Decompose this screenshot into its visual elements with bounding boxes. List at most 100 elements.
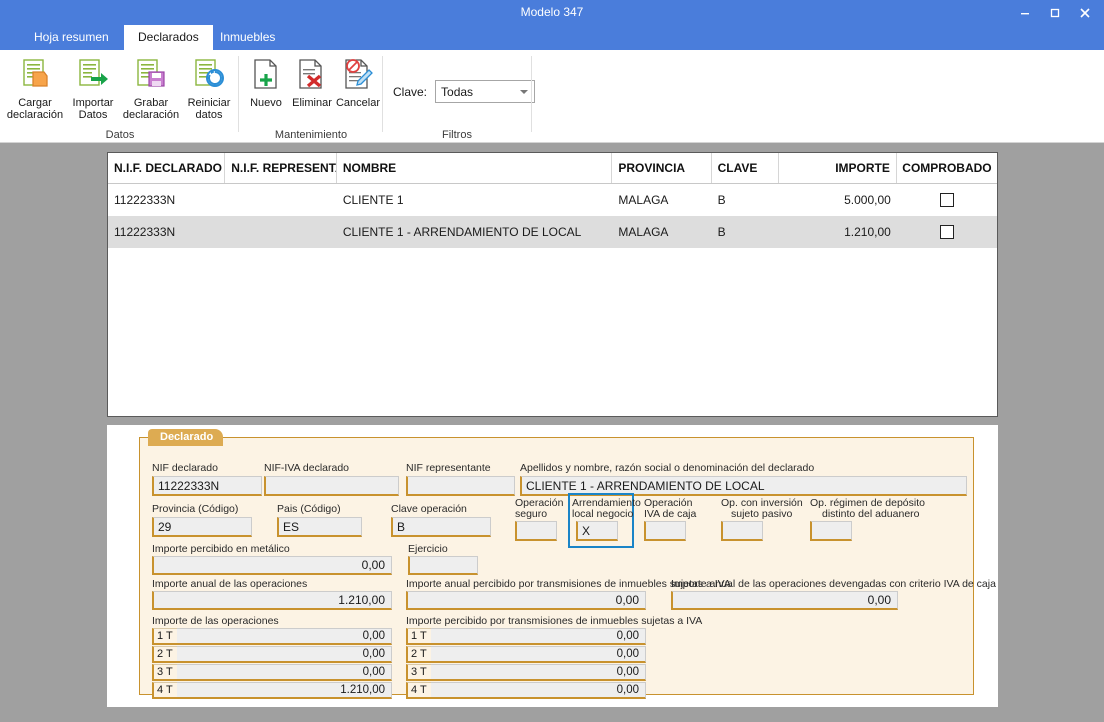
window-controls [1010, 0, 1100, 25]
label-ejercicio: Ejercicio [408, 543, 448, 555]
quarter-value-field[interactable]: 0,00 [177, 628, 392, 645]
cell-comprobado[interactable] [897, 216, 997, 248]
op-regimen-deposito-field[interactable] [810, 521, 852, 541]
window-title: Modelo 347 [520, 5, 584, 19]
label-importe-metalico: Importe percibido en metálico [152, 543, 290, 555]
tab-hoja-resumen[interactable]: Hoja resumen [20, 25, 123, 50]
quarterly-right-row[interactable]: 3 T 0,00 [406, 664, 646, 681]
column-header-clave[interactable]: CLAVE [712, 153, 779, 183]
importar-line2: Datos [78, 109, 108, 121]
operacion-iva-caja-field[interactable] [644, 521, 686, 541]
quarter-value-field[interactable]: 0,00 [177, 646, 392, 663]
importe-anual-iva-caja-field[interactable]: 0,00 [671, 591, 898, 610]
grabar-line2: declaración [122, 109, 180, 121]
nif-declarado-field[interactable]: 11222333N [152, 476, 262, 496]
quarter-value-field[interactable]: 0,00 [177, 664, 392, 681]
declarado-detail-panel: Declarado NIF declarado 11222333N NIF-IV… [107, 425, 998, 707]
label-nif-representante: NIF representante [406, 462, 491, 474]
ribbon-toolbar: Cargar declaración Importar Datos Grabar… [0, 50, 1104, 143]
cell-nif-repr [225, 216, 337, 248]
pais-field[interactable]: ES [277, 517, 362, 537]
label-operacion-seguro-l2: seguro [515, 508, 548, 520]
arrendamiento-local-negocio-field[interactable]: X [576, 521, 618, 541]
grabar-line1: Grabar [133, 97, 169, 109]
nif-iva-declarado-field[interactable] [264, 476, 399, 496]
table-row[interactable]: 11222333N CLIENTE 1 MALAGA B 5.000,00 [108, 184, 997, 216]
quarter-value-field[interactable]: 0,00 [431, 664, 646, 681]
nuevo-button[interactable]: Nuevo [240, 54, 292, 126]
cell-nif: 11222333N [114, 193, 176, 207]
table-row[interactable]: 11222333N CLIENTE 1 - ARRENDAMIENTO DE L… [108, 216, 997, 248]
provincia-field[interactable]: 29 [152, 517, 252, 537]
quarter-value-field[interactable]: 0,00 [431, 628, 646, 645]
importe-metalico-field[interactable]: 0,00 [152, 556, 392, 575]
import-arrow-icon [74, 54, 112, 96]
quarter-value-field[interactable]: 1.210,00 [177, 682, 392, 699]
quarter-label: 2 T [152, 646, 177, 663]
cargar-line2: declaración [6, 109, 64, 121]
quarter-label: 3 T [152, 664, 177, 681]
maximize-icon[interactable] [1040, 0, 1070, 25]
comprobado-checkbox[interactable] [939, 225, 954, 239]
clave-operacion-field[interactable]: B [391, 517, 491, 537]
cargar-line1: Cargar [18, 97, 52, 109]
cancel-edit-icon [341, 54, 375, 96]
quarter-value-field[interactable]: 0,00 [431, 682, 646, 699]
grid-header-row: N.I.F. DECLARADO N.I.F. REPRESENTA... NO… [108, 153, 997, 184]
label-op-regimen-l2: distinto del aduanero [822, 508, 920, 520]
chevron-down-icon [520, 89, 529, 94]
label-arrendamiento-l2: local negocio [572, 508, 634, 520]
importe-anual-operaciones-field[interactable]: 1.210,00 [152, 591, 392, 610]
quarterly-left-row[interactable]: 3 T 0,00 [152, 664, 392, 681]
cell-nombre: CLIENTE 1 - ARRENDAMIENTO DE LOCAL [342, 225, 582, 239]
ejercicio-field[interactable] [408, 556, 478, 575]
cell-comprobado[interactable] [897, 184, 997, 216]
new-document-icon [249, 54, 283, 96]
close-icon[interactable] [1070, 0, 1100, 25]
reiniciar-line1: Reiniciar [187, 97, 231, 109]
comprobado-checkbox[interactable] [939, 193, 954, 207]
quarterly-right-row[interactable]: 1 T 0,00 [406, 628, 646, 645]
column-header-provincia[interactable]: PROVINCIA [612, 153, 712, 183]
column-header-nif-repr[interactable]: N.I.F. REPRESENTA... [225, 153, 337, 183]
cell-nif: 11222333N [114, 225, 176, 239]
tab-declarados[interactable]: Declarados [124, 25, 213, 50]
title-bar: Modelo 347 [0, 0, 1104, 25]
cancelar-button[interactable]: Cancelar [332, 54, 384, 126]
declarado-group-title: Declarado [148, 429, 224, 446]
refresh-icon [190, 54, 228, 96]
importar-line1: Importar [72, 97, 114, 109]
label-importe-anual-iva-caja: Importe anual de las operaciones devenga… [671, 578, 996, 590]
label-op-inversion-l2: sujeto pasivo [731, 508, 793, 520]
minimize-icon[interactable] [1010, 0, 1040, 25]
ribbon-separator-3 [531, 56, 532, 132]
filter-clave-row: Clave: Todas [393, 80, 536, 103]
cell-provincia: MALAGA [618, 193, 669, 207]
quarterly-left-row[interactable]: 1 T 0,00 [152, 628, 392, 645]
label-clave-operacion: Clave operación [391, 503, 467, 515]
ribbon-group-label-datos: Datos [105, 129, 135, 141]
clave-filter-select[interactable]: Todas [435, 80, 536, 103]
importe-anual-transmisiones-field[interactable]: 0,00 [406, 591, 646, 610]
ribbon-group-datos: Cargar declaración Importar Datos Grabar… [0, 50, 240, 143]
eliminar-button[interactable]: Eliminar [286, 54, 338, 126]
column-header-importe[interactable]: IMPORTE [779, 153, 897, 183]
reiniciar-datos-button[interactable]: Reiniciar datos [177, 54, 241, 126]
cell-nombre: CLIENTE 1 [342, 193, 404, 207]
column-header-nombre[interactable]: NOMBRE [337, 153, 613, 183]
quarterly-right-row[interactable]: 2 T 0,00 [406, 646, 646, 663]
op-inversion-sujeto-pasivo-field[interactable] [721, 521, 763, 541]
column-header-nif[interactable]: N.I.F. DECLARADO [108, 153, 226, 183]
quarter-value-field[interactable]: 0,00 [431, 646, 646, 663]
quarterly-left-row[interactable]: 2 T 0,00 [152, 646, 392, 663]
ribbon-group-mantenimiento: Nuevo Eliminar Cancelar Mantenimiento [240, 50, 382, 143]
operacion-seguro-field[interactable] [515, 521, 557, 541]
column-header-comprobado[interactable]: COMPROBADO [897, 153, 997, 183]
label-quarterly-left: Importe de las operaciones [152, 615, 279, 627]
quarterly-right-row[interactable]: 4 T 0,00 [406, 682, 646, 699]
reiniciar-line2: datos [195, 109, 223, 121]
tab-inmuebles[interactable]: Inmuebles [206, 25, 289, 50]
ribbon-group-filtros: Clave: Todas Filtros [383, 50, 536, 143]
quarterly-left-row[interactable]: 4 T 1.210,00 [152, 682, 392, 699]
nif-representante-field[interactable] [406, 476, 515, 496]
